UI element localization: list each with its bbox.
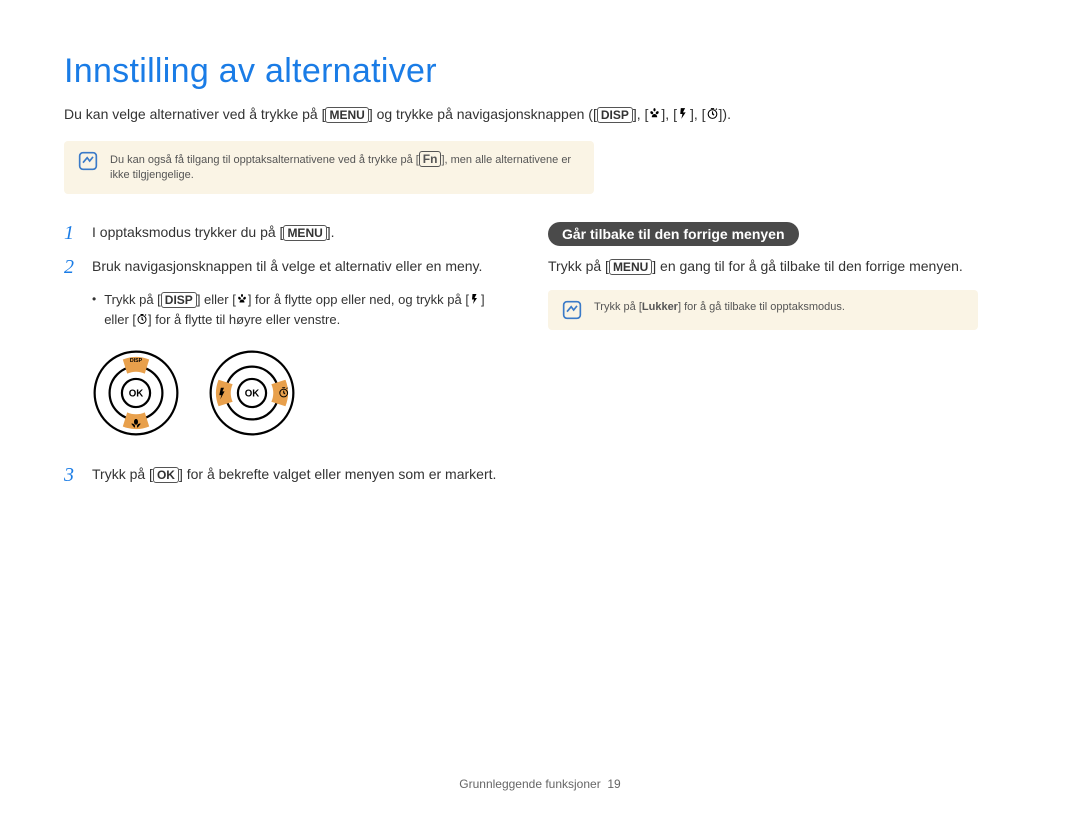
flash-icon: [677, 106, 690, 126]
svg-text:DISP: DISP: [130, 358, 143, 364]
intro-sep3: ], [: [690, 106, 706, 122]
step-2-text: Bruk navigasjonsknappen til å velge et a…: [92, 256, 482, 278]
step-3: 3 Trykk på [OK] for å bekrefte valget el…: [64, 464, 504, 486]
step-3-number: 3: [64, 464, 80, 486]
svg-text:OK: OK: [245, 388, 260, 399]
navigation-dials: DISP OK OK: [92, 349, 504, 442]
dial-vertical: DISP OK: [92, 349, 180, 442]
flash-icon: [469, 291, 481, 311]
step-1-text: I opptaksmodus trykker du på [MENU].: [92, 222, 335, 244]
lukker-button-label: Lukker: [642, 301, 678, 313]
bullet-text: Trykk på [DISP] eller [] for å flytte op…: [104, 290, 504, 331]
step-1-number: 1: [64, 222, 80, 244]
step-3-text: Trykk på [OK] for å bekrefte valget elle…: [92, 464, 496, 486]
note-box-1: Du kan også få tilgang til opptaksaltern…: [64, 141, 594, 194]
note-box-2: Trykk på [Lukker] for å gå tilbake til o…: [548, 290, 978, 330]
dial-horizontal: OK: [208, 349, 296, 442]
step-2: 2 Bruk navigasjonsknappen til å velge et…: [64, 256, 504, 278]
page-footer: Grunnleggende funksjoner 19: [0, 777, 1080, 791]
left-column: 1 I opptaksmodus trykker du på [MENU]. 2…: [64, 222, 504, 498]
subsection-pill: Går tilbake til den forrige menyen: [548, 222, 799, 246]
footer-page-number: 19: [607, 777, 620, 791]
menu-button-label: MENU: [283, 225, 326, 241]
note-1-text: Du kan også få tilgang til opptaksaltern…: [110, 151, 580, 184]
step-2-bullet: • Trykk på [DISP] eller [] for å flytte …: [92, 290, 504, 331]
intro-text: Du kan velge alternativer ved å trykke p…: [64, 105, 1016, 125]
note-2-text: Trykk på [Lukker] for å gå tilbake til o…: [594, 300, 845, 315]
intro-mid: ] og trykke på navigasjonsknappen ([: [369, 106, 597, 122]
page-title: Innstilling av alternativer: [64, 52, 1016, 91]
menu-button-label: MENU: [609, 259, 652, 275]
intro-sep2: ], [: [661, 106, 677, 122]
ok-button-label: OK: [153, 467, 179, 483]
disp-button-label: DISP: [597, 107, 633, 123]
right-column: Går tilbake til den forrige menyen Trykk…: [548, 222, 978, 498]
macro-flower-icon: [236, 291, 248, 311]
intro-pre: Du kan velge alternativer ved å trykke p…: [64, 106, 325, 122]
fn-button-label: Fn: [419, 151, 442, 167]
intro-post: ]).: [719, 106, 731, 122]
bullet-dot: •: [92, 290, 96, 331]
self-timer-icon: [136, 311, 148, 331]
step-2-number: 2: [64, 256, 80, 278]
right-paragraph: Trykk på [MENU] en gang til for å gå til…: [548, 256, 978, 276]
intro-sep1: ], [: [633, 106, 649, 122]
footer-section: Grunnleggende funksjoner: [459, 777, 600, 791]
step-1: 1 I opptaksmodus trykker du på [MENU].: [64, 222, 504, 244]
macro-flower-icon: [648, 106, 661, 126]
svg-text:OK: OK: [129, 388, 144, 399]
info-icon: [562, 300, 582, 320]
menu-button-label: MENU: [325, 107, 368, 123]
info-icon: [78, 151, 98, 171]
self-timer-icon: [706, 106, 719, 126]
disp-button-label: DISP: [161, 292, 197, 308]
